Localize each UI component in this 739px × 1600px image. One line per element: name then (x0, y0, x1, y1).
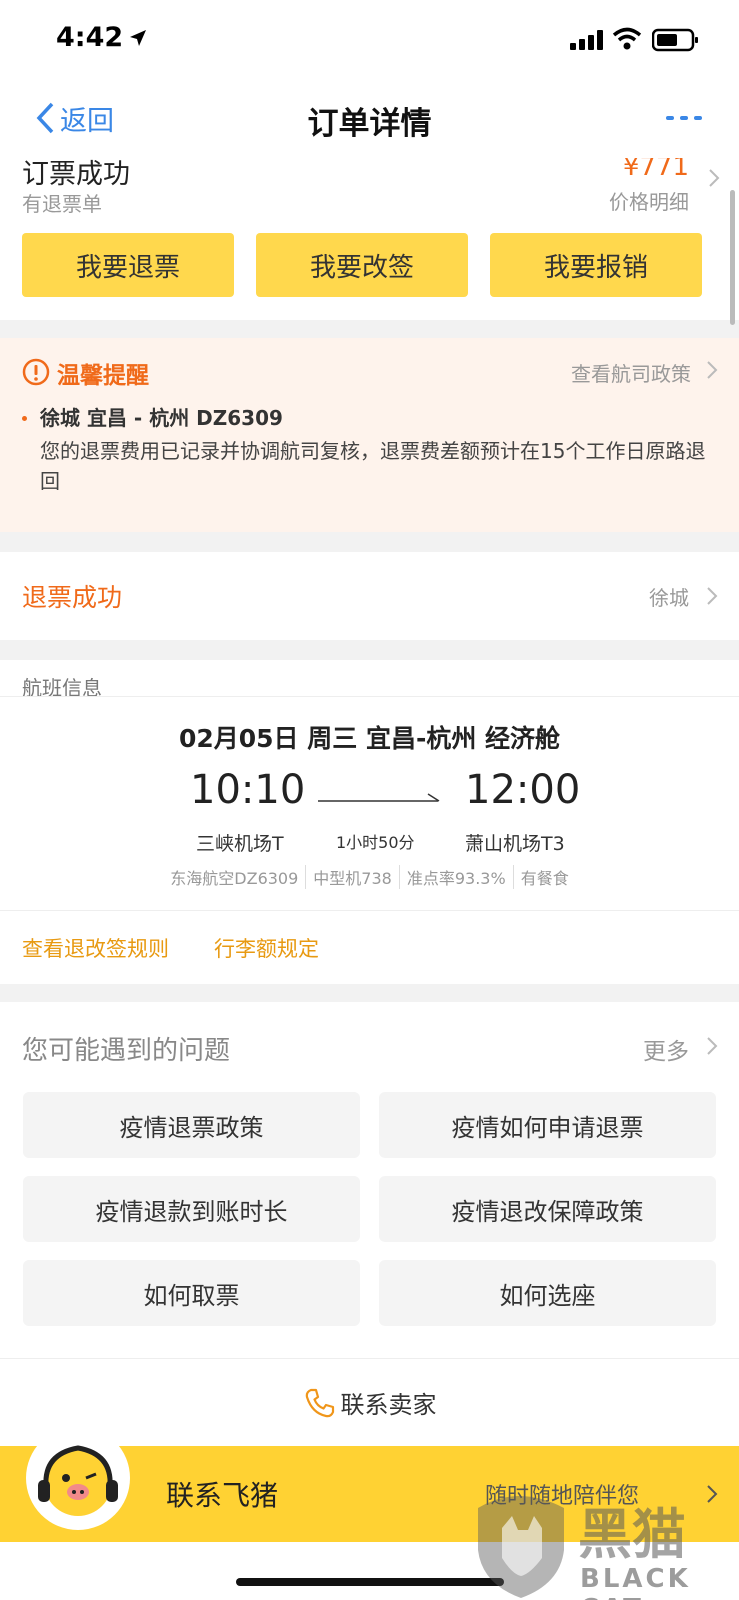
price-detail-link[interactable]: 价格明细 (609, 186, 689, 215)
bullet-dot (22, 416, 27, 421)
refund-button[interactable]: 我要退票 (22, 233, 234, 297)
chevron-right-icon (707, 587, 718, 605)
aircraft-type: 中型机738 (306, 865, 400, 889)
reimburse-button[interactable]: 我要报销 (490, 233, 702, 297)
order-status-title: 订票成功 (22, 159, 130, 190)
scrollbar[interactable] (730, 190, 735, 325)
flight-duration: 1小时50分 (336, 833, 415, 852)
airline-policy-link[interactable]: 查看航司政策 (571, 358, 691, 387)
refund-status: 退票成功 (22, 583, 123, 612)
flight-header: 02月05日 周三 宜昌-杭州 经济舱 (178, 724, 561, 753)
flight-card: 02月05日 周三 宜昌-杭州 经济舱 10:10 12:00 三峡机场T 1小… (0, 696, 739, 910)
arrival-time: 12:00 (465, 767, 581, 813)
fliggy-mascot-avatar (26, 1426, 130, 1530)
refund-note: 有退票单 (22, 192, 102, 216)
flight-meta: 东海航空DZ6309 中型机738 准点率93.3% 有餐食 (0, 865, 739, 889)
chevron-right-icon (709, 169, 720, 187)
faq-item[interactable]: 如何取票 (23, 1260, 360, 1326)
info-icon (22, 358, 50, 386)
wifi-icon (612, 27, 642, 50)
on-time-rate: 准点率93.3% (400, 865, 514, 889)
phone-icon (305, 1388, 334, 1417)
contact-fliggy-label: 联系飞猪 (166, 1479, 279, 1512)
faq-grid: 疫情退票政策 疫情如何申请退票 疫情退款到账时长 疫情退改保障政策 如何取票 如… (23, 1092, 716, 1326)
black-cat-logo-icon (478, 1496, 564, 1598)
cellular-signal-icon (570, 30, 603, 50)
meal-info: 有餐食 (520, 869, 569, 888)
passenger-name: 徐城 (649, 586, 689, 610)
status-time: 4:42 (56, 22, 124, 53)
arrival-airport: 萧山机场T3 (465, 833, 565, 855)
faq-section: 您可能遇到的问题 更多 疫情退票政策 疫情如何申请退票 疫情退款到账时长 疫情退… (0, 1002, 739, 1358)
notice-flight: 徐城 宜昌 - 杭州 DZ6309 (40, 406, 283, 430)
nav-bar: 返回 订单详情 (0, 80, 739, 158)
battery-icon (652, 28, 698, 52)
watermark-text: 黑猫 (578, 1503, 686, 1566)
order-price[interactable]: ¥771 (623, 158, 689, 182)
faq-item[interactable]: 疫情如何申请退票 (379, 1092, 716, 1158)
departure-airport: 三峡机场T (196, 833, 284, 855)
faq-item[interactable]: 疫情退改保障政策 (379, 1176, 716, 1242)
baggage-rules-link[interactable]: 行李额规定 (214, 933, 319, 963)
flight-section-label: 航班信息 (22, 676, 102, 696)
order-summary: 订票成功 有退票单 ¥771 价格明细 我要退票 我要改签 我要报销 (0, 158, 739, 320)
page-title: 订单详情 (307, 106, 432, 142)
faq-item[interactable]: 疫情退票政策 (23, 1092, 360, 1158)
location-arrow-icon (130, 30, 146, 46)
home-indicator[interactable] (236, 1578, 504, 1586)
arrow-right-icon (318, 793, 440, 802)
change-rules-link[interactable]: 查看退改签规则 (22, 933, 169, 963)
watermark: 黑猫 BLACK CAT (468, 1488, 738, 1600)
refund-status-row[interactable]: 退票成功 徐城 (0, 552, 739, 640)
flight-section-header: 航班信息 (0, 660, 739, 696)
contact-seller-label: 联系卖家 (340, 1391, 437, 1419)
action-buttons: 我要退票 我要改签 我要报销 (22, 233, 702, 297)
faq-item[interactable]: 如何选座 (379, 1260, 716, 1326)
chevron-right-icon (707, 1037, 718, 1055)
faq-more-link[interactable]: 更多 (643, 1032, 689, 1066)
notice-text: 您的退票费用已记录并协调航司复核，退票费差额预计在15个工作日原路退回 (40, 439, 706, 493)
notice-panel: 温馨提醒 查看航司政策 徐城 宜昌 - 杭州 DZ6309 您的退票费用已记录并… (0, 338, 739, 532)
faq-item[interactable]: 疫情退款到账时长 (23, 1176, 360, 1242)
rule-links: 查看退改签规则 行李额规定 (0, 910, 739, 984)
departure-time: 10:10 (190, 767, 306, 813)
status-bar: 4:42 (0, 0, 739, 80)
chevron-right-icon (707, 361, 718, 379)
more-menu-icon[interactable] (666, 110, 702, 126)
change-button[interactable]: 我要改签 (256, 233, 468, 297)
notice-title: 温馨提醒 (57, 363, 149, 389)
watermark-subtext: BLACK CAT (580, 1564, 691, 1600)
flight-number: 东海航空DZ6309 (163, 865, 307, 889)
faq-title: 您可能遇到的问题 (22, 1036, 231, 1066)
